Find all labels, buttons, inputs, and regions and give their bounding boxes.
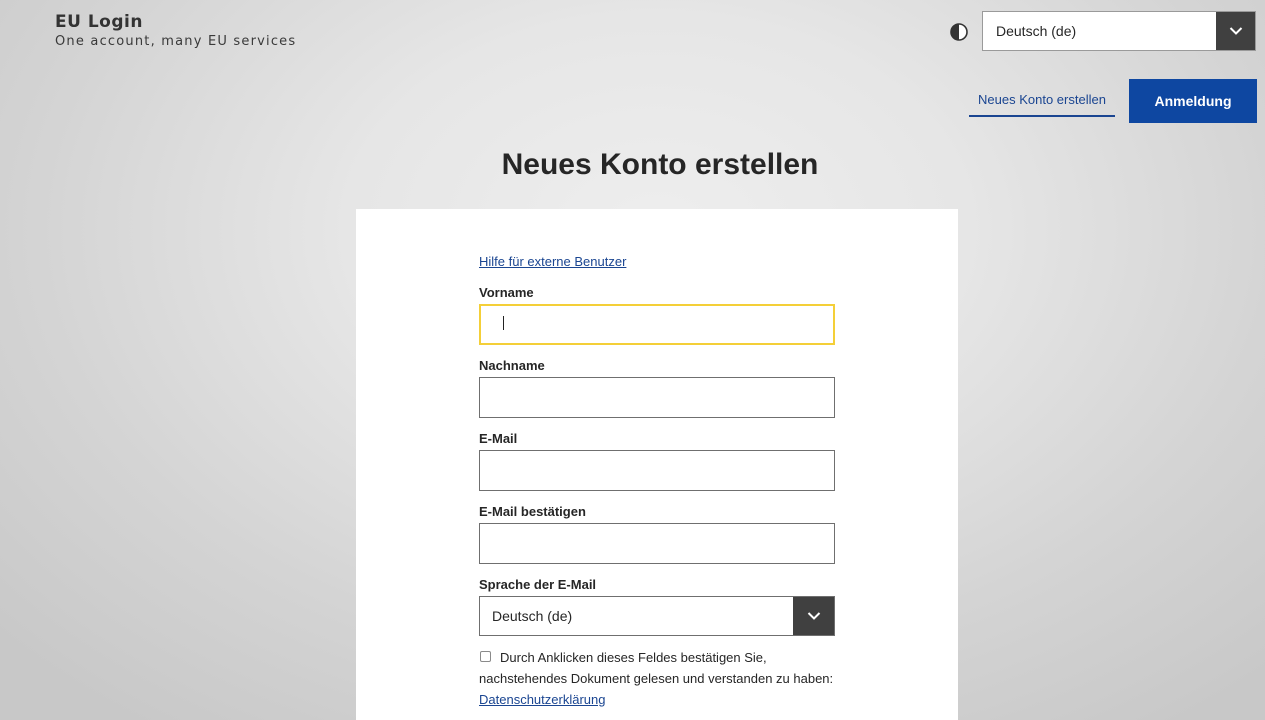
email-language-select[interactable]: Deutsch (de) — [479, 596, 835, 636]
last-name-label: Nachname — [479, 358, 545, 373]
first-name-input[interactable] — [479, 304, 835, 345]
nav-create-account-link[interactable]: Neues Konto erstellen — [969, 92, 1115, 117]
consent-text: Durch Anklicken dieses Feldes bestätigen… — [479, 647, 849, 710]
last-name-input[interactable] — [479, 377, 835, 418]
contrast-icon[interactable] — [950, 23, 968, 41]
app-title: EU Login — [55, 12, 143, 32]
consent-statement: Durch Anklicken dieses Feldes bestätigen… — [479, 650, 834, 686]
email-label: E-Mail — [479, 431, 518, 446]
chevron-down-icon — [1216, 12, 1255, 50]
email-input[interactable] — [479, 450, 835, 491]
help-external-users-link[interactable]: Hilfe für externe Benutzer — [479, 254, 626, 269]
email-confirm-label: E-Mail bestätigen — [479, 504, 586, 519]
registration-form: Hilfe für externe Benutzer Vorname Nachn… — [356, 209, 958, 720]
first-name-label: Vorname — [479, 285, 534, 300]
chevron-down-icon — [793, 597, 834, 635]
login-button[interactable]: Anmeldung — [1129, 79, 1257, 123]
consent-checkbox[interactable] — [480, 651, 491, 662]
email-language-value: Deutsch (de) — [492, 608, 573, 624]
brand: EU Login One account, many EU services — [55, 12, 355, 52]
app-tagline: One account, many EU services — [55, 34, 297, 49]
page-title: Neues Konto erstellen — [501, 148, 819, 181]
text-cursor — [503, 316, 504, 330]
language-select[interactable]: Deutsch (de) — [982, 11, 1256, 51]
language-select-value: Deutsch (de) — [996, 23, 1077, 39]
privacy-statement-link[interactable]: Datenschutzerklärung — [479, 692, 605, 707]
email-language-label: Sprache der E-Mail — [479, 577, 597, 592]
email-confirm-input[interactable] — [479, 523, 835, 564]
